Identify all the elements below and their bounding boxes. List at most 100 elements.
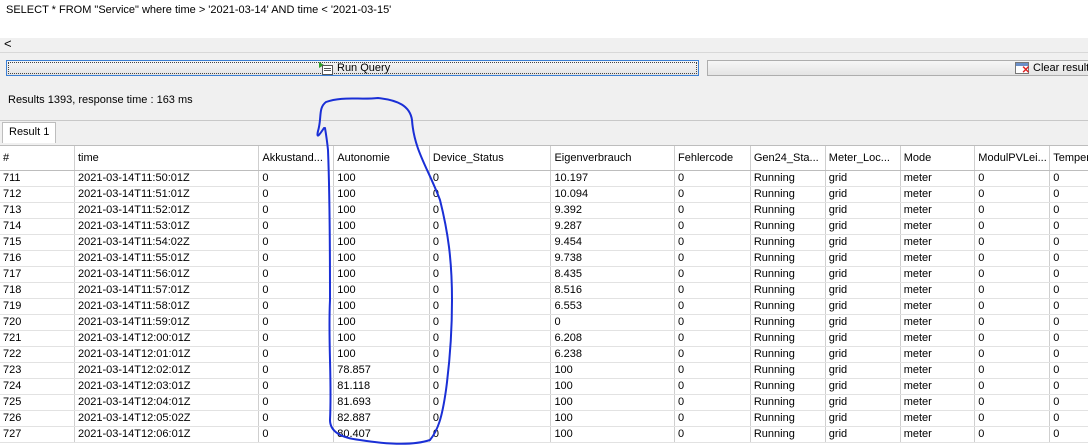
table-cell: Running xyxy=(750,218,826,235)
table-row[interactable]: 727 2021-03-14T12:06:01Z 0 80.407 0 100 0 Runni… xyxy=(0,426,1088,443)
table-cell: Running xyxy=(750,298,826,315)
table-row[interactable]: 725 2021-03-14T12:04:01Z 0 81.693 0 100 0 Runni… xyxy=(0,394,1088,411)
table-cell: 2021-03-14T11:59:01Z xyxy=(74,314,260,331)
table-row[interactable]: 721 2021-03-14T12:00:01Z 0 100 0 6.208 0 Runnin… xyxy=(0,330,1088,347)
table-cell: 0 xyxy=(429,250,552,267)
run-query-label: Run Query xyxy=(337,62,391,74)
table-cell: meter xyxy=(900,218,976,235)
query-text[interactable]: SELECT * FROM "Service" where time > '20… xyxy=(6,4,391,16)
table-cell: 0 xyxy=(429,362,552,379)
table-row[interactable]: 713 2021-03-14T11:52:01Z 0 100 0 9.392 0 Runnin… xyxy=(0,202,1088,219)
table-cell: 725 xyxy=(0,394,75,411)
table-cell: 2021-03-14T11:54:02Z xyxy=(74,234,260,251)
column-header[interactable]: time xyxy=(74,146,260,171)
table-cell: Running xyxy=(750,186,826,203)
table-cell: 0 xyxy=(974,378,1051,395)
column-header[interactable]: Mode xyxy=(900,146,976,171)
result-tabs: Result 1 xyxy=(0,120,1088,145)
table-cell: 0 xyxy=(1049,234,1088,251)
table-row[interactable]: 714 2021-03-14T11:53:01Z 0 100 0 9.287 0 Runnin… xyxy=(0,218,1088,235)
table-row[interactable]: 716 2021-03-14T11:55:01Z 0 100 0 9.738 0 Runnin… xyxy=(0,250,1088,267)
table-row[interactable]: 711 2021-03-14T11:50:01Z 0 100 0 10.197 0 Runni… xyxy=(0,170,1088,187)
column-header[interactable]: Akkustand... xyxy=(258,146,335,171)
table-row[interactable]: 717 2021-03-14T11:56:01Z 0 100 0 8.435 0 Runnin… xyxy=(0,266,1088,283)
results-grid[interactable]: # time Akkustand... Autonomie Device_Status E… xyxy=(0,145,1088,447)
column-header[interactable]: Temperatur xyxy=(1049,146,1088,171)
table-cell: meter xyxy=(900,330,976,347)
query-editor[interactable]: SELECT * FROM "Service" where time > '20… xyxy=(0,0,1088,38)
table-cell: grid xyxy=(825,170,901,187)
table-cell: 2021-03-14T12:01:01Z xyxy=(74,346,260,363)
table-cell: meter xyxy=(900,378,976,395)
table-row[interactable]: 719 2021-03-14T11:58:01Z 0 100 0 6.553 0 Runnin… xyxy=(0,298,1088,315)
clear-result-button[interactable]: ✕ Clear result xyxy=(707,60,1088,76)
table-cell: 0 xyxy=(258,202,335,219)
column-header[interactable]: Eigenverbrauch xyxy=(550,146,676,171)
table-cell: Running xyxy=(750,394,826,411)
table-row[interactable]: 720 2021-03-14T11:59:01Z 0 100 0 0 0 Running gri… xyxy=(0,314,1088,331)
table-cell: 0 xyxy=(974,186,1051,203)
column-header[interactable]: Meter_Loc... xyxy=(825,146,901,171)
table-row[interactable]: 724 2021-03-14T12:03:01Z 0 81.118 0 100 0 Runni… xyxy=(0,378,1088,395)
column-header[interactable]: # xyxy=(0,146,75,171)
table-cell: 81.118 xyxy=(333,378,430,395)
table-cell: 0 xyxy=(674,330,751,347)
table-cell: meter xyxy=(900,314,976,331)
column-header[interactable]: Autonomie xyxy=(333,146,430,171)
table-cell: 100 xyxy=(550,378,676,395)
table-cell: 8.435 xyxy=(550,266,676,283)
table-cell: 0 xyxy=(258,170,335,187)
table-cell: 0 xyxy=(258,426,335,443)
column-header[interactable]: ModulPVLei... xyxy=(974,146,1051,171)
table-row[interactable]: 726 2021-03-14T12:05:02Z 0 82.887 0 100 0 Runni… xyxy=(0,410,1088,427)
table-cell: meter xyxy=(900,266,976,283)
table-cell: 0 xyxy=(258,362,335,379)
table-row[interactable]: 722 2021-03-14T12:01:01Z 0 100 0 6.238 0 Runnin… xyxy=(0,346,1088,363)
table-cell: 0 xyxy=(674,378,751,395)
table-cell: 0 xyxy=(674,346,751,363)
table-cell: meter xyxy=(900,250,976,267)
table-cell: grid xyxy=(825,234,901,251)
table-row[interactable]: 723 2021-03-14T12:02:01Z 0 78.857 0 100 0 Runni… xyxy=(0,362,1088,379)
run-query-button[interactable]: Run Query xyxy=(6,60,699,76)
clear-result-content: ✕ Clear result xyxy=(1015,62,1088,76)
table-row[interactable]: 715 2021-03-14T11:54:02Z 0 100 0 9.454 0 Runnin… xyxy=(0,234,1088,251)
table-cell: 0 xyxy=(429,218,552,235)
header-row: # time Akkustand... Autonomie Device_Status E… xyxy=(0,146,1088,171)
table-cell: grid xyxy=(825,394,901,411)
table-row[interactable]: 718 2021-03-14T11:57:01Z 0 100 0 8.516 0 Runnin… xyxy=(0,282,1088,299)
column-header[interactable]: Device_Status xyxy=(429,146,552,171)
table-cell: 0 xyxy=(1049,394,1088,411)
table-cell: 0 xyxy=(258,234,335,251)
table-cell: 0 xyxy=(429,314,552,331)
table-cell: 0 xyxy=(258,186,335,203)
table-cell: 0 xyxy=(674,410,751,427)
tab-result-1[interactable]: Result 1 xyxy=(2,122,57,143)
table-cell: 100 xyxy=(550,426,676,443)
column-header[interactable]: Fehlercode xyxy=(674,146,751,171)
table-cell: Running xyxy=(750,378,826,395)
table-cell: 6.238 xyxy=(550,346,676,363)
scroll-left-arrow[interactable]: < xyxy=(4,37,12,51)
table-cell: 100 xyxy=(333,266,430,283)
table-cell: Running xyxy=(750,410,826,427)
table-cell: grid xyxy=(825,314,901,331)
table-cell: 711 xyxy=(0,170,75,187)
table-cell: 2021-03-14T12:04:01Z xyxy=(74,394,260,411)
table-row[interactable]: 712 2021-03-14T11:51:01Z 0 100 0 10.094 0 Runni… xyxy=(0,186,1088,203)
table-cell: 721 xyxy=(0,330,75,347)
column-header[interactable]: Gen24_Sta... xyxy=(750,146,826,171)
table-cell: 724 xyxy=(0,378,75,395)
table-cell: 0 xyxy=(974,282,1051,299)
table-cell: 0 xyxy=(674,186,751,203)
table-cell: 0 xyxy=(974,314,1051,331)
table-cell: 100 xyxy=(333,298,430,315)
horizontal-scrollbar[interactable]: < xyxy=(0,37,1088,53)
clear-result-label: Clear result xyxy=(1033,62,1088,74)
table-cell: 81.693 xyxy=(333,394,430,411)
table-cell: 100 xyxy=(333,186,430,203)
status-text: Results 1393, response time : 163 ms xyxy=(8,94,193,106)
table-cell: 0 xyxy=(429,202,552,219)
table-cell: 2021-03-14T11:57:01Z xyxy=(74,282,260,299)
table-cell: meter xyxy=(900,426,976,443)
